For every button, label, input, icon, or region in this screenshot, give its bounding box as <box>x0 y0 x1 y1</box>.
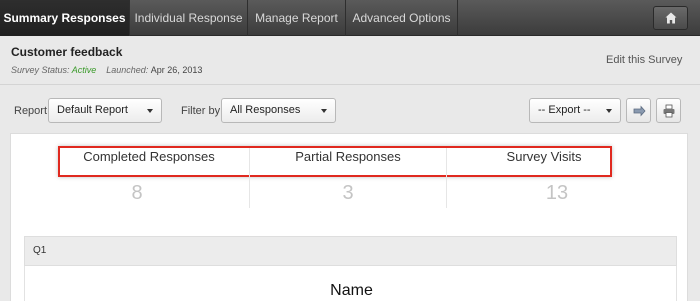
share-icon <box>633 105 646 117</box>
tab-individual-response[interactable]: Individual Response <box>130 0 248 36</box>
survey-meta: Survey Status: Active Launched: Apr 26, … <box>11 65 202 75</box>
chevron-down-icon <box>147 109 153 113</box>
summary-card: Completed Responses Partial Responses Su… <box>10 133 688 301</box>
question-header: Q1 <box>24 236 677 266</box>
tab-advanced-options[interactable]: Advanced Options <box>346 0 458 36</box>
report-label: Report <box>14 105 48 117</box>
stat-completed-value: 8 <box>131 182 143 204</box>
print-button[interactable] <box>656 98 681 123</box>
survey-header: Customer feedback Survey Status: Active … <box>0 36 700 84</box>
home-icon <box>665 12 677 24</box>
filter-select-value: All Responses <box>230 104 301 116</box>
stat-visits-label: Survey Visits <box>506 149 582 164</box>
report-select[interactable]: Default Report <box>48 98 162 123</box>
survey-title: Customer feedback <box>11 45 123 59</box>
filter-select[interactable]: All Responses <box>221 98 336 123</box>
top-navigation: Summary Responses Individual Response Ma… <box>0 0 700 36</box>
question-number: Q1 <box>33 245 47 256</box>
filter-label: Filter by <box>181 105 221 117</box>
stat-divider <box>446 148 447 208</box>
home-button[interactable] <box>653 6 688 30</box>
stat-partial-value: 3 <box>342 182 354 204</box>
question-title: Name <box>330 282 373 299</box>
filter-bar: Report Default Report Filter by All Resp… <box>0 84 700 132</box>
chevron-down-icon <box>606 109 612 113</box>
stat-visits-value: 13 <box>545 182 569 204</box>
chevron-down-icon <box>321 109 327 113</box>
export-select-value: -- Export -- <box>538 104 591 116</box>
status-label: Survey Status: <box>11 65 70 75</box>
tab-manage-report[interactable]: Manage Report <box>248 0 346 36</box>
share-button[interactable] <box>626 98 651 123</box>
stat-completed-label: Completed Responses <box>83 149 215 164</box>
stat-partial-label: Partial Responses <box>295 149 401 164</box>
stat-divider <box>249 148 250 208</box>
edit-survey-link[interactable]: Edit this Survey <box>606 54 682 66</box>
launched-value: Apr 26, 2013 <box>150 65 203 75</box>
launched-label: Launched: <box>106 65 149 75</box>
report-select-value: Default Report <box>57 104 128 116</box>
printer-icon <box>663 104 675 118</box>
tab-summary-responses[interactable]: Summary Responses <box>0 0 130 36</box>
question-body: Name <box>24 266 677 301</box>
status-value: Active <box>71 65 97 75</box>
export-select[interactable]: -- Export -- <box>529 98 621 123</box>
